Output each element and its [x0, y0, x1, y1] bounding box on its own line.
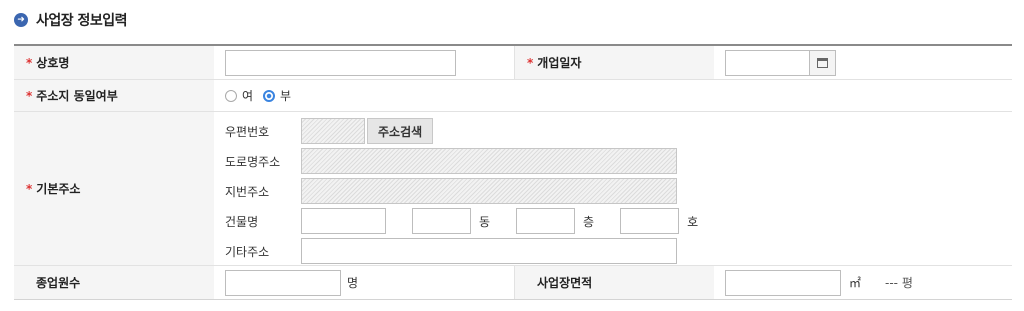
radio-no-label[interactable]: 부 [280, 87, 291, 104]
business-info-form: * 상호명 * 개업일자 * 주소지 동일여부 여 부 [14, 44, 1012, 300]
open-date-input[interactable] [725, 50, 810, 76]
ho-input[interactable] [620, 208, 679, 234]
company-name-label: 상호명 [36, 54, 69, 71]
lot-address-label: 지번주소 [225, 183, 301, 200]
required-mark: * [26, 89, 32, 103]
dong-input[interactable] [412, 208, 471, 234]
radio-yes-label[interactable]: 여 [242, 87, 253, 104]
label-same-address: * 주소지 동일여부 [14, 80, 214, 111]
lot-address-row: 지번주소 [225, 176, 1012, 206]
employees-cell: 명 [214, 266, 514, 299]
radio-yes[interactable] [225, 90, 237, 102]
road-address-input [301, 148, 677, 174]
required-mark: * [26, 56, 32, 70]
calendar-icon [817, 58, 828, 68]
row-employees-area: 종업원수 명 사업장면적 ㎡ --- 평 [14, 266, 1012, 299]
lot-address-input [301, 178, 677, 204]
row-same-address: * 주소지 동일여부 여 부 [14, 80, 1012, 112]
radio-no[interactable] [263, 90, 275, 102]
base-address-label: 기본주소 [36, 180, 80, 197]
postal-row: 우편번호 주소검색 [225, 116, 1012, 146]
same-address-label: 주소지 동일여부 [36, 87, 117, 104]
postal-code-input [301, 118, 365, 144]
label-area: 사업장면적 [514, 266, 714, 299]
required-mark: * [527, 56, 533, 70]
label-company-name: * 상호명 [14, 46, 214, 79]
company-name-cell [214, 46, 514, 79]
dong-unit: 동 [479, 213, 490, 230]
arrow-right-circle-icon: ➜ [14, 13, 28, 27]
calendar-button[interactable] [810, 50, 836, 76]
required-mark: * [26, 182, 32, 196]
floor-input[interactable] [516, 208, 575, 234]
employees-input[interactable] [225, 270, 341, 296]
building-label: 건물명 [225, 213, 301, 230]
address-block: 우편번호 주소검색 도로명주소 지번주소 건물명 동 층 호 [214, 112, 1012, 265]
floor-unit: 층 [583, 213, 594, 230]
etc-address-input[interactable] [301, 238, 677, 264]
road-address-row: 도로명주소 [225, 146, 1012, 176]
open-date-label: 개업일자 [537, 54, 581, 71]
etc-address-label: 기타주소 [225, 243, 301, 260]
employees-label: 종업원수 [36, 274, 80, 291]
building-row: 건물명 동 층 호 [225, 206, 1012, 236]
area-unit: ㎡ [849, 274, 861, 291]
area-cell: ㎡ --- 평 [714, 266, 1012, 299]
area-input[interactable] [725, 270, 841, 296]
ho-unit: 호 [687, 213, 698, 230]
row-base-address: * 기본주소 우편번호 주소검색 도로명주소 지번주소 건물명 동 [14, 112, 1012, 266]
label-open-date: * 개업일자 [514, 46, 714, 79]
etc-address-row: 기타주소 [225, 236, 1012, 266]
address-search-button[interactable]: 주소검색 [367, 118, 433, 144]
area-label: 사업장면적 [537, 274, 592, 291]
section-title: 사업장 정보입력 [36, 10, 127, 30]
label-base-address: * 기본주소 [14, 112, 214, 265]
row-company-name: * 상호명 * 개업일자 [14, 46, 1012, 80]
postal-code-label: 우편번호 [225, 123, 301, 140]
building-name-input[interactable] [301, 208, 386, 234]
employees-unit: 명 [347, 274, 358, 291]
same-address-cell: 여 부 [214, 80, 1012, 111]
section-header: ➜ 사업장 정보입력 [14, 10, 127, 30]
pyeong-text: --- 평 [885, 274, 913, 291]
company-name-input[interactable] [225, 50, 456, 76]
label-employees: 종업원수 [14, 266, 214, 299]
open-date-cell [714, 46, 1012, 79]
road-address-label: 도로명주소 [225, 153, 301, 170]
